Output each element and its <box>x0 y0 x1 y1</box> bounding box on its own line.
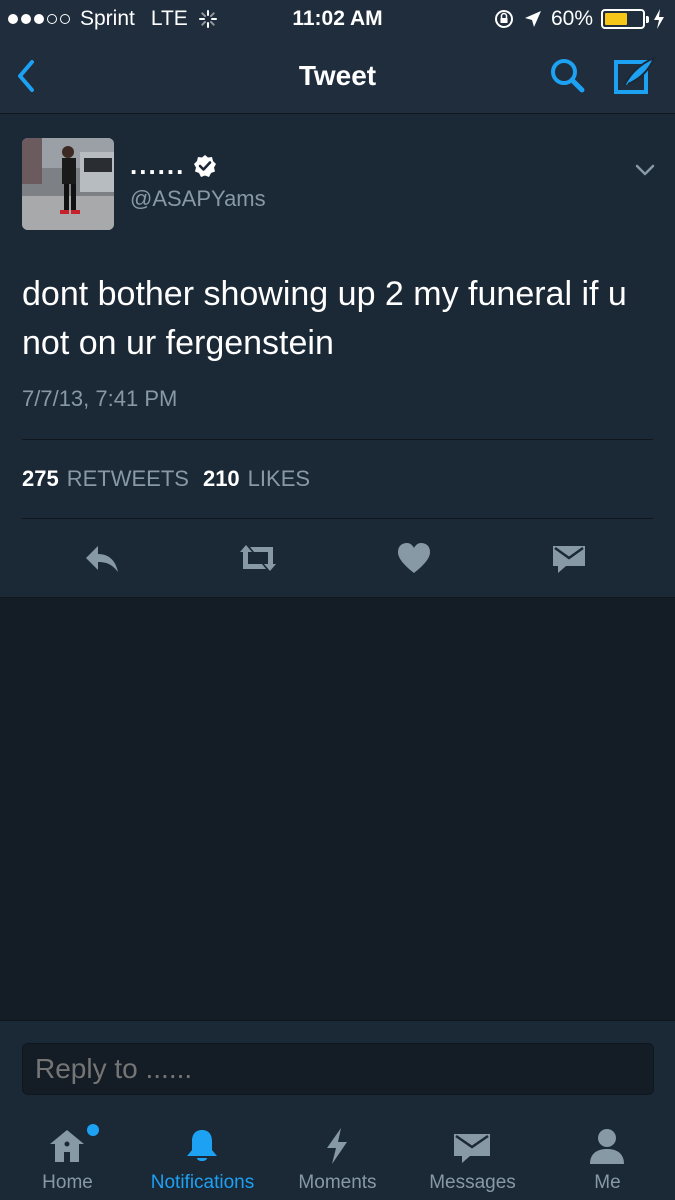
retweet-icon <box>240 545 276 571</box>
status-bar: Sprint LTE 11:02 AM 60% <box>0 0 675 38</box>
nav-bar: Tweet <box>0 38 675 114</box>
heart-icon <box>398 543 430 573</box>
compose-icon <box>614 56 656 94</box>
likes-label: LIKES <box>247 466 311 491</box>
tab-label: Moments <box>298 1172 377 1193</box>
notification-dot <box>87 1124 99 1136</box>
battery-icon <box>601 9 649 29</box>
compose-tweet-button[interactable] <box>612 54 658 98</box>
reply-icon <box>86 546 118 572</box>
likes-stat[interactable]: 210 LIKES <box>203 466 310 492</box>
reply-button[interactable] <box>80 540 124 576</box>
profile-photo <box>22 138 114 230</box>
retweets-label: RETWEETS <box>66 466 189 491</box>
tab-label: Home <box>42 1172 93 1193</box>
likes-count: 210 <box>202 466 240 491</box>
bell-icon <box>187 1130 217 1161</box>
envelope-icon <box>454 1134 490 1163</box>
tweet-timestamp: 7/7/13, 7:41 PM <box>22 386 178 411</box>
tab-label: Notifications <box>150 1172 255 1193</box>
battery-fill <box>605 13 627 25</box>
person-icon <box>590 1129 624 1164</box>
chevron-down-icon <box>635 164 655 176</box>
user-handle[interactable]: @ASAPYams <box>130 186 266 212</box>
retweets-stat[interactable]: 275 RETWEETS <box>22 466 189 492</box>
direct-message-button[interactable] <box>548 540 592 576</box>
reply-bar <box>0 1020 675 1112</box>
tab-label: Messages <box>429 1172 516 1193</box>
retweets-count: 275 <box>22 466 59 491</box>
reply-input[interactable] <box>22 1043 654 1095</box>
envelope-icon <box>553 546 585 573</box>
tab-moments[interactable]: Moments <box>270 1112 405 1200</box>
tab-notifications[interactable]: Notifications <box>135 1112 270 1200</box>
avatar[interactable] <box>22 138 114 230</box>
retweet-button[interactable] <box>236 540 280 576</box>
status-right: 60% <box>493 7 665 31</box>
location-arrow-icon <box>524 11 541 27</box>
battery-percent: 60% <box>550 7 593 30</box>
tweet-stats: 275 RETWEETS 210 LIKES <box>22 466 310 492</box>
tab-me[interactable]: Me <box>540 1112 675 1200</box>
charging-bolt-icon <box>654 9 664 29</box>
display-name: ...... <box>130 150 186 180</box>
verified-badge-icon <box>194 154 217 177</box>
divider <box>22 439 653 440</box>
lightning-icon <box>327 1128 347 1164</box>
tab-messages[interactable]: Messages <box>405 1112 540 1200</box>
search-icon <box>551 59 585 93</box>
tweet-actions <box>0 518 675 598</box>
like-button[interactable] <box>392 540 436 576</box>
tab-bar: Home Notifications Moments Messages Me <box>0 1112 675 1200</box>
more-options-button[interactable] <box>630 158 660 182</box>
search-button[interactable] <box>546 56 590 96</box>
rotation-lock-icon <box>494 10 513 28</box>
tweet-detail: ...... @ASAPYams dont bother showing up … <box>0 114 675 598</box>
tweet-text: dont bother showing up 2 my funeral if u… <box>22 275 627 362</box>
tab-home[interactable]: Home <box>0 1112 135 1200</box>
tab-label: Me <box>594 1172 621 1193</box>
display-name-row[interactable]: ...... <box>130 150 217 181</box>
home-icon <box>50 1130 84 1162</box>
